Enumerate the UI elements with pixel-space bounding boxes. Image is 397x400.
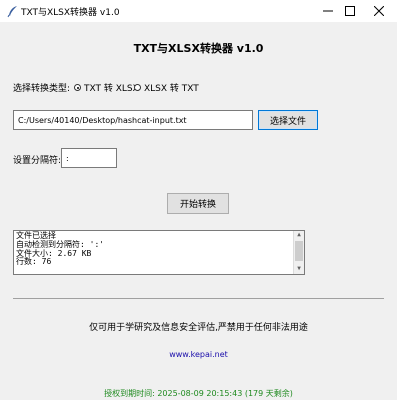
license-expiry: 授权到期时间: 2025-08-09 20:15:43 (179 天剩余) <box>104 389 293 398</box>
radio-label: XLSX 转 TXT <box>144 84 199 94</box>
scroll-down-icon[interactable]: ▼ <box>294 265 304 274</box>
separator-label: 设置分隔符: <box>13 156 62 166</box>
scroll-thumb[interactable] <box>295 241 303 261</box>
divider <box>13 298 384 299</box>
radio-xlsx-to-txt[interactable]: XLSX 转 TXT <box>134 81 199 94</box>
radio-label: TXT 转 XLSX <box>84 84 139 94</box>
radio-unselected-icon <box>134 84 141 91</box>
choose-file-button[interactable]: 选择文件 <box>258 110 318 130</box>
radio-selected-icon <box>74 84 81 91</box>
start-convert-button[interactable]: 开始转换 <box>167 193 229 214</box>
usage-notice: 仅可用于学研究及信息安全评估,严禁用于任何非法用途 <box>89 323 308 333</box>
log-line: 行数: 76 <box>16 257 52 267</box>
feather-app-icon <box>6 4 20 18</box>
conversion-type-label: 选择转换类型: <box>13 84 71 94</box>
website-link[interactable]: www.kepai.net <box>0 350 397 359</box>
log-line: 文件大小: 2.67 KB <box>16 248 92 258</box>
maximize-icon <box>345 6 355 16</box>
log-output[interactable]: 文件已选择 自动检测到分隔符: ':' 文件大小: 2.67 KB 行数: 76… <box>13 230 305 275</box>
log-scrollbar[interactable]: ▲ ▼ <box>293 231 304 274</box>
title-bar: TXT与XLSX转换器 v1.0 <box>0 0 397 22</box>
close-button[interactable] <box>356 0 397 22</box>
separator-input[interactable]: : <box>61 148 117 168</box>
window-title: TXT与XLSX转换器 v1.0 <box>21 8 120 18</box>
file-path-input[interactable]: C:/Users/40140/Desktop/hashcat-input.txt <box>13 110 253 130</box>
scroll-up-icon[interactable]: ▲ <box>294 231 304 240</box>
close-icon <box>374 6 384 16</box>
radio-txt-to-xlsx[interactable]: TXT 转 XLSX <box>74 81 139 94</box>
page-title: TXT与XLSX转换器 v1.0 <box>133 42 264 55</box>
